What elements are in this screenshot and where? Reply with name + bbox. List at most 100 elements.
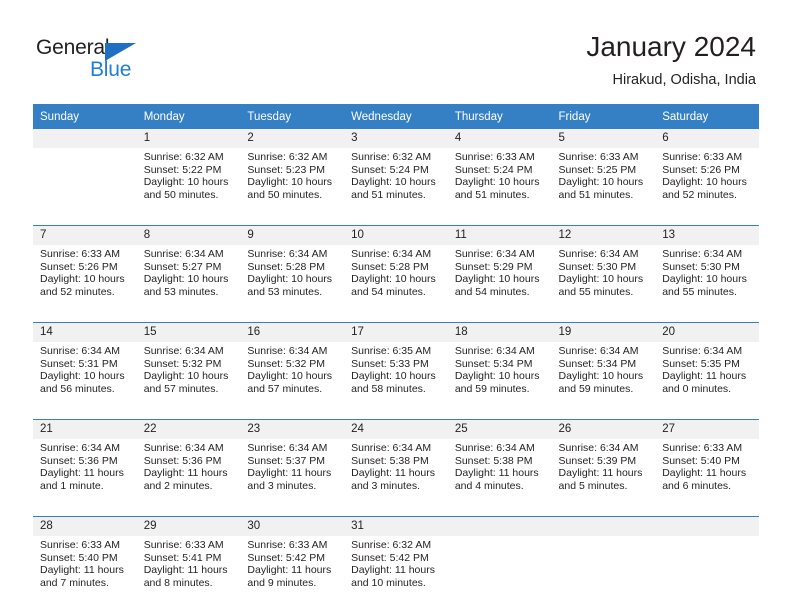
day-number[interactable]: 11 — [447, 226, 552, 245]
day-cell[interactable]: Sunrise: 6:34 AM Sunset: 5:31 PM Dayligh… — [33, 342, 137, 419]
day-cell[interactable]: Sunrise: 6:33 AM Sunset: 5:40 PM Dayligh… — [33, 536, 137, 613]
day-cell[interactable]: Sunrise: 6:34 AM Sunset: 5:37 PM Dayligh… — [240, 439, 345, 516]
day-number[interactable]: 1 — [136, 129, 241, 148]
day-cell[interactable]: Sunrise: 6:34 AM Sunset: 5:28 PM Dayligh… — [240, 245, 345, 322]
day-number[interactable]: 25 — [447, 420, 552, 439]
day-cell[interactable]: Sunrise: 6:33 AM Sunset: 5:25 PM Dayligh… — [551, 148, 656, 225]
sunrise-text: Sunrise: 6:34 AM — [143, 442, 224, 454]
day-number[interactable]: 16 — [240, 323, 345, 342]
day-cell[interactable]: Sunrise: 6:32 AM Sunset: 5:24 PM Dayligh… — [344, 148, 448, 225]
day-number[interactable]: 5 — [551, 129, 656, 148]
day-cell[interactable] — [33, 148, 137, 225]
day-number[interactable]: 30 — [240, 517, 345, 536]
daylight-text-line2: and 3 minutes. — [351, 479, 420, 492]
day-number[interactable]: 19 — [551, 323, 656, 342]
day-cell[interactable]: Sunrise: 6:34 AM Sunset: 5:28 PM Dayligh… — [344, 245, 448, 322]
day-cell[interactable]: Sunrise: 6:34 AM Sunset: 5:36 PM Dayligh… — [33, 439, 137, 516]
day-cell[interactable]: Sunrise: 6:34 AM Sunset: 5:39 PM Dayligh… — [551, 439, 656, 516]
sunrise-text: Sunrise: 6:33 AM — [143, 539, 224, 551]
day-number[interactable]: 8 — [136, 226, 241, 245]
day-number[interactable]: 6 — [655, 129, 759, 148]
sunrise-text: Sunrise: 6:34 AM — [143, 345, 224, 357]
day-cell[interactable]: Sunrise: 6:33 AM Sunset: 5:26 PM Dayligh… — [33, 245, 137, 322]
day-number[interactable]: 27 — [655, 420, 759, 439]
day-number[interactable]: 22 — [136, 420, 241, 439]
week-daynum-row: 21 22 23 24 25 26 27 — [33, 420, 759, 439]
day-cell[interactable] — [655, 536, 759, 613]
day-number[interactable]: 21 — [33, 420, 137, 439]
daylight-text-line2: and 0 minutes. — [662, 382, 732, 395]
day-number[interactable]: 7 — [33, 226, 137, 245]
day-number[interactable]: 9 — [240, 226, 345, 245]
day-number[interactable]: 4 — [447, 129, 552, 148]
day-number[interactable]: 15 — [136, 323, 241, 342]
day-number[interactable]: 24 — [344, 420, 448, 439]
calendar-header-row: Sunday Monday Tuesday Wednesday Thursday… — [33, 104, 759, 129]
day-cell[interactable]: Sunrise: 6:35 AM Sunset: 5:33 PM Dayligh… — [344, 342, 448, 419]
day-cell[interactable]: Sunrise: 6:33 AM Sunset: 5:40 PM Dayligh… — [655, 439, 759, 516]
day-cell[interactable] — [447, 536, 552, 613]
week-details-row: Sunrise: 6:34 AM Sunset: 5:36 PM Dayligh… — [33, 439, 759, 516]
day-number[interactable]: 14 — [33, 323, 137, 342]
day-cell[interactable]: Sunrise: 6:34 AM Sunset: 5:36 PM Dayligh… — [136, 439, 241, 516]
day-cell[interactable]: Sunrise: 6:34 AM Sunset: 5:27 PM Dayligh… — [136, 245, 241, 322]
calendar-grid: Sunday Monday Tuesday Wednesday Thursday… — [33, 104, 759, 613]
sunset-text: Sunset: 5:29 PM — [454, 260, 533, 273]
day-number[interactable]: 18 — [447, 323, 552, 342]
sunrise-text: Sunrise: 6:34 AM — [454, 345, 535, 357]
sunset-text: Sunset: 5:36 PM — [40, 454, 118, 467]
sunset-text: Sunset: 5:28 PM — [351, 260, 429, 273]
sunset-text: Sunset: 5:32 PM — [143, 357, 222, 370]
day-cell[interactable]: Sunrise: 6:34 AM Sunset: 5:34 PM Dayligh… — [447, 342, 552, 419]
day-cell[interactable]: Sunrise: 6:32 AM Sunset: 5:22 PM Dayligh… — [136, 148, 241, 225]
day-number[interactable] — [655, 517, 759, 536]
day-cell[interactable]: Sunrise: 6:34 AM Sunset: 5:29 PM Dayligh… — [447, 245, 552, 322]
day-number[interactable]: 13 — [655, 226, 759, 245]
day-number[interactable]: 26 — [551, 420, 656, 439]
sunset-text: Sunset: 5:31 PM — [40, 357, 118, 370]
daylight-text-line2: and 51 minutes. — [454, 188, 530, 201]
day-number[interactable] — [447, 517, 552, 536]
day-cell[interactable]: Sunrise: 6:33 AM Sunset: 5:41 PM Dayligh… — [136, 536, 241, 613]
day-cell[interactable]: Sunrise: 6:32 AM Sunset: 5:42 PM Dayligh… — [344, 536, 448, 613]
sunset-text: Sunset: 5:41 PM — [143, 551, 222, 564]
day-cell[interactable]: Sunrise: 6:34 AM Sunset: 5:32 PM Dayligh… — [240, 342, 345, 419]
day-number[interactable]: 2 — [240, 129, 345, 148]
day-number[interactable] — [33, 129, 137, 148]
day-number[interactable]: 29 — [136, 517, 241, 536]
day-cell[interactable]: Sunrise: 6:33 AM Sunset: 5:26 PM Dayligh… — [655, 148, 759, 225]
day-number[interactable]: 31 — [344, 517, 448, 536]
daylight-text-line1: Daylight: 11 hours — [40, 467, 124, 480]
day-number[interactable]: 17 — [344, 323, 448, 342]
day-number[interactable]: 12 — [551, 226, 656, 245]
day-cell[interactable]: Sunrise: 6:32 AM Sunset: 5:23 PM Dayligh… — [240, 148, 345, 225]
day-cell[interactable]: Sunrise: 6:33 AM Sunset: 5:42 PM Dayligh… — [240, 536, 345, 613]
weekday-header-friday: Friday — [551, 104, 656, 129]
sunset-text: Sunset: 5:30 PM — [558, 260, 637, 273]
day-cell[interactable]: Sunrise: 6:34 AM Sunset: 5:32 PM Dayligh… — [136, 342, 241, 419]
day-cell[interactable]: Sunrise: 6:34 AM Sunset: 5:35 PM Dayligh… — [655, 342, 759, 419]
daylight-text-line2: and 10 minutes. — [351, 576, 426, 589]
week-daynum-row: 28 29 30 31 — [33, 517, 759, 536]
day-number[interactable]: 3 — [344, 129, 448, 148]
day-number[interactable]: 28 — [33, 517, 137, 536]
day-number[interactable]: 23 — [240, 420, 345, 439]
day-cell[interactable]: Sunrise: 6:34 AM Sunset: 5:34 PM Dayligh… — [551, 342, 656, 419]
day-number[interactable] — [551, 517, 656, 536]
day-cell[interactable]: Sunrise: 6:34 AM Sunset: 5:38 PM Dayligh… — [344, 439, 448, 516]
day-cell[interactable] — [551, 536, 656, 613]
sunrise-text: Sunrise: 6:34 AM — [351, 248, 432, 260]
daylight-text-line2: and 54 minutes. — [351, 285, 426, 298]
day-cell[interactable]: Sunrise: 6:33 AM Sunset: 5:24 PM Dayligh… — [447, 148, 552, 225]
daylight-text-line1: Daylight: 11 hours — [662, 467, 747, 480]
day-cell[interactable]: Sunrise: 6:34 AM Sunset: 5:30 PM Dayligh… — [551, 245, 656, 322]
sunset-text: Sunset: 5:42 PM — [351, 551, 429, 564]
day-cell[interactable]: Sunrise: 6:34 AM Sunset: 5:38 PM Dayligh… — [447, 439, 552, 516]
daylight-text-line2: and 53 minutes. — [143, 285, 219, 298]
day-cell[interactable]: Sunrise: 6:34 AM Sunset: 5:30 PM Dayligh… — [655, 245, 759, 322]
day-number[interactable]: 10 — [344, 226, 448, 245]
sunset-text: Sunset: 5:42 PM — [247, 551, 326, 564]
general-blue-logo[interactable]: General Blue — [36, 36, 166, 86]
sunrise-text: Sunrise: 6:34 AM — [247, 442, 328, 454]
day-number[interactable]: 20 — [655, 323, 759, 342]
